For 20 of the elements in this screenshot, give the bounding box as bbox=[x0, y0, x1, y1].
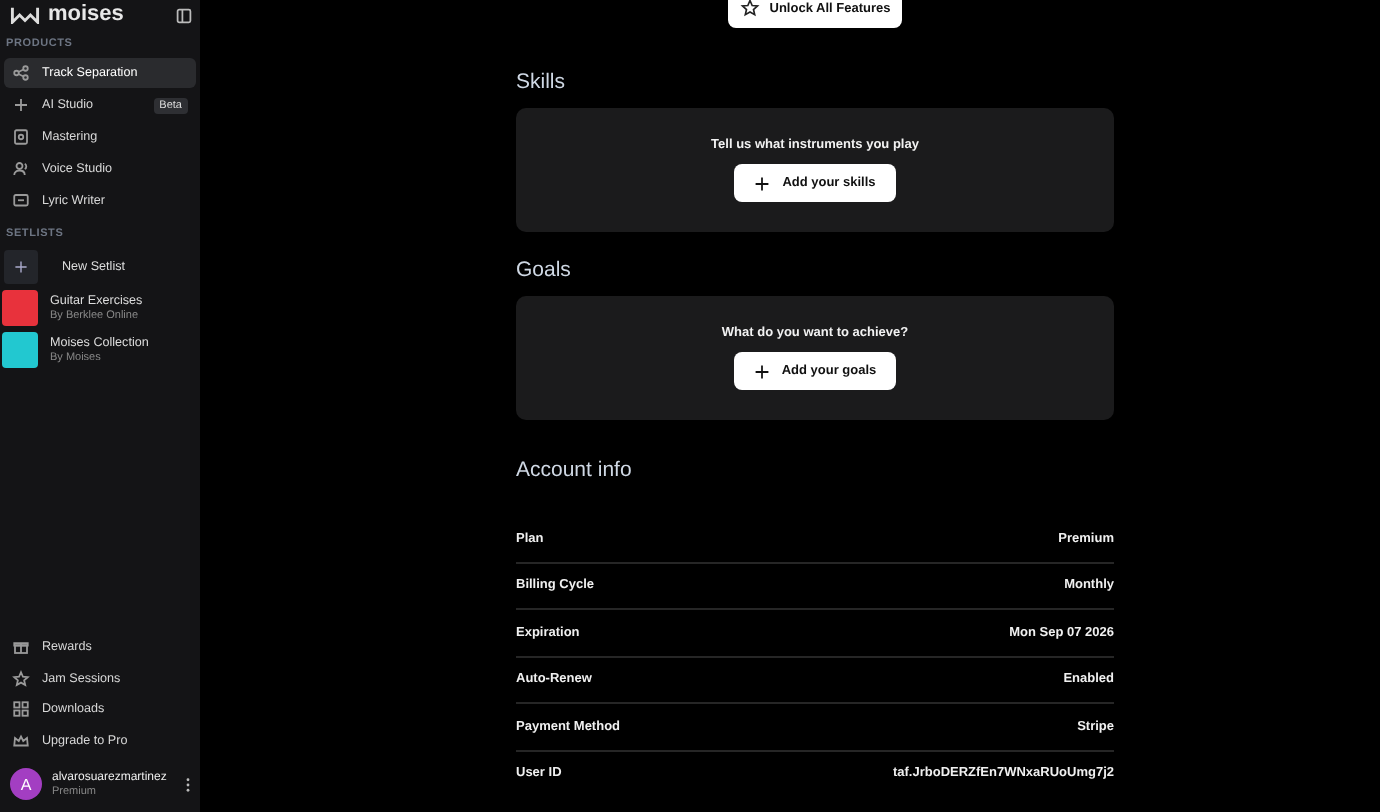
star-icon bbox=[12, 669, 30, 688]
chat-icon bbox=[12, 192, 30, 210]
crown-icon bbox=[12, 731, 30, 750]
sidebar-toggle-icon[interactable] bbox=[176, 7, 192, 23]
people-icon bbox=[12, 160, 30, 178]
grid-icon bbox=[12, 700, 30, 719]
plus-icon bbox=[753, 363, 770, 379]
gift-icon bbox=[12, 638, 30, 657]
plus-icon bbox=[754, 175, 771, 191]
star-icon bbox=[739, 0, 760, 18]
section-heading: Goals bbox=[516, 258, 573, 282]
plus-icon bbox=[12, 96, 30, 114]
logo-text: moises bbox=[48, 4, 126, 26]
plus-icon[interactable] bbox=[4, 250, 38, 284]
section-heading: Account info bbox=[516, 458, 634, 482]
square-icon bbox=[12, 128, 30, 146]
share-icon bbox=[12, 64, 30, 82]
logo-icon bbox=[10, 6, 40, 24]
avatar: A bbox=[10, 768, 42, 800]
section-heading: Skills bbox=[516, 70, 568, 94]
